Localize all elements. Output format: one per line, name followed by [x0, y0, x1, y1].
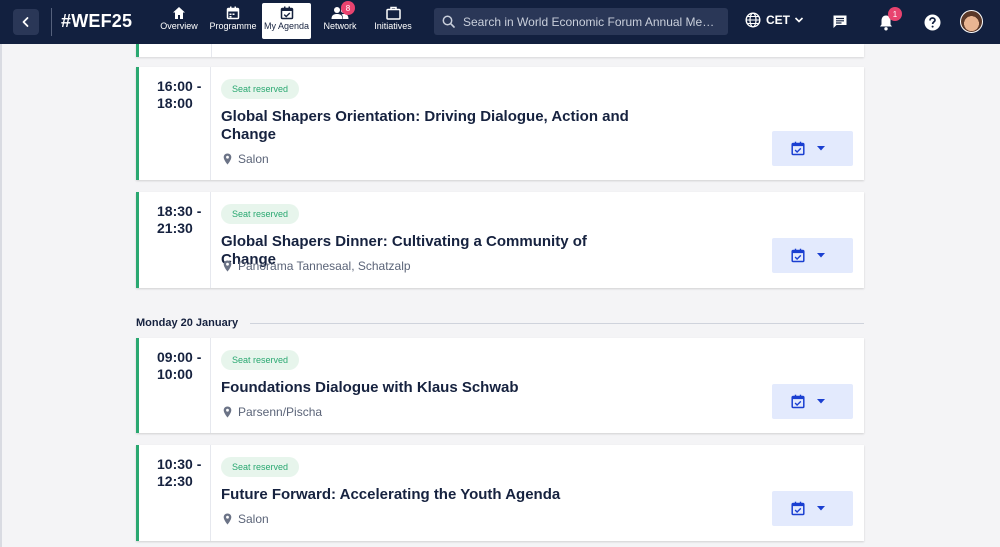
session-title[interactable]: Global Shapers Orientation: Driving Dial…: [221, 108, 641, 144]
nav-programme[interactable]: Programme: [207, 3, 259, 39]
calendar-check-icon: [791, 141, 805, 156]
search-icon: [442, 15, 455, 28]
session-title[interactable]: Foundations Dialogue with Klaus Schwab: [221, 379, 641, 397]
caret-down-icon: [817, 146, 825, 151]
nav-overview[interactable]: Overview: [158, 3, 200, 39]
calendar-check-icon: [791, 248, 805, 263]
session-time-column: 16:00 - 18:00: [139, 67, 211, 180]
briefcase-icon: [385, 6, 401, 20]
session-time-column: 09:00 - 10:00: [139, 338, 211, 433]
seat-reserved-badge: Seat reserved: [221, 457, 300, 477]
session-card[interactable]: 18:30 - 21:30 Seat reserved Global Shape…: [136, 192, 864, 288]
calendar-check-icon: [791, 394, 805, 409]
location-pin-icon: [223, 153, 232, 165]
user-avatar[interactable]: [960, 10, 983, 33]
caret-down-icon: [817, 399, 825, 404]
chevron-left-icon: [22, 17, 29, 27]
seat-reserved-badge: Seat reserved: [221, 350, 300, 370]
calendar-check-icon: [791, 501, 805, 516]
globe-icon: [745, 12, 761, 28]
calendar-icon: [226, 6, 240, 20]
previous-session-card-edge: [136, 44, 864, 57]
caret-down-icon: [817, 506, 825, 511]
session-time: 09:00 - 10:00: [157, 349, 202, 382]
session-time: 18:30 - 21:30: [157, 203, 202, 236]
nav-initiatives-label: Initiatives: [374, 21, 412, 31]
seat-reserved-badge: Seat reserved: [221, 204, 300, 224]
left-panel-edge: [0, 44, 2, 547]
location-pin-icon: [223, 513, 232, 525]
nav-programme-label: Programme: [209, 21, 257, 31]
nav-network-label: Network: [323, 21, 357, 31]
caret-down-icon: [817, 253, 825, 258]
brand-title[interactable]: #WEF25: [61, 11, 132, 32]
nav-my-agenda[interactable]: My Agenda: [262, 3, 311, 39]
session-location: Salon: [223, 152, 269, 166]
top-navigation-bar: #WEF25 Overview Programme My Agenda Netw…: [0, 0, 1000, 44]
nav-initiatives[interactable]: Initiatives: [369, 3, 417, 39]
back-button[interactable]: [13, 9, 39, 35]
session-title[interactable]: Future Forward: Accelerating the Youth A…: [221, 486, 641, 504]
day-section-header: Monday 20 January: [136, 317, 864, 329]
add-to-calendar-button[interactable]: [772, 131, 853, 166]
session-card[interactable]: 16:00 - 18:00 Seat reserved Global Shape…: [136, 67, 864, 180]
nav-my-agenda-label: My Agenda: [263, 21, 310, 31]
home-icon: [173, 7, 185, 19]
card-divider: [211, 44, 212, 57]
session-location: Panorama Tannesaal, Schatzalp: [223, 259, 411, 273]
session-location-text: Parsenn/Pischa: [238, 405, 323, 419]
seat-reserved-badge: Seat reserved: [221, 79, 300, 99]
chat-icon: [833, 15, 847, 28]
timezone-label: CET: [766, 13, 790, 27]
chevron-down-icon: [794, 17, 804, 23]
session-card[interactable]: 09:00 - 10:00 Seat reserved Foundations …: [136, 338, 864, 433]
session-location-text: Salon: [238, 512, 269, 526]
add-to-calendar-button[interactable]: [772, 238, 853, 273]
network-count-badge: 8: [341, 1, 355, 15]
session-location: Parsenn/Pischa: [223, 405, 322, 419]
session-card[interactable]: 10:30 - 12:30 Seat reserved Future Forwa…: [136, 445, 864, 541]
help-button[interactable]: [922, 12, 942, 32]
session-time: 16:00 - 18:00: [157, 78, 202, 111]
nav-network[interactable]: Network 8: [319, 1, 361, 39]
calendar-check-icon: [280, 6, 293, 20]
search-input[interactable]: Search in World Economic Forum Annual Me…: [434, 8, 728, 35]
session-location-text: Salon: [238, 152, 269, 166]
session-location-text: Panorama Tannesaal, Schatzalp: [238, 259, 411, 273]
session-location: Salon: [223, 512, 269, 526]
header-divider: [51, 8, 52, 36]
location-pin-icon: [223, 260, 232, 272]
messages-button[interactable]: [830, 12, 850, 32]
session-time: 10:30 - 12:30: [157, 456, 202, 489]
session-time-column: 10:30 - 12:30: [139, 445, 211, 541]
notifications-count-badge: 1: [888, 7, 902, 21]
nav-overview-label: Overview: [160, 21, 198, 31]
day-label: Monday 20 January: [136, 317, 239, 329]
day-divider-line: [250, 322, 864, 324]
add-to-calendar-button[interactable]: [772, 491, 853, 526]
search-placeholder: Search in World Economic Forum Annual Me…: [463, 14, 718, 29]
session-time-column: 18:30 - 21:30: [139, 192, 211, 288]
add-to-calendar-button[interactable]: [772, 384, 853, 419]
location-pin-icon: [223, 406, 232, 418]
timezone-selector[interactable]: CET: [745, 12, 804, 28]
help-icon: [924, 14, 940, 30]
